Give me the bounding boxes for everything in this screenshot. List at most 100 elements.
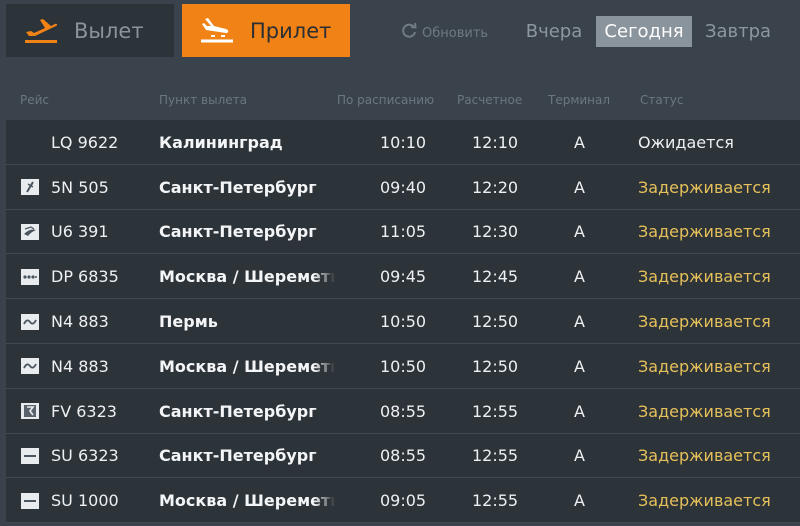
origin-city: Пермь — [159, 312, 218, 332]
table-row[interactable]: N4 883 Москва / Шереметьево 10:50 12:50 A Зад… — [6, 343, 800, 389]
plane-takeoff-icon — [20, 16, 62, 46]
scheduled-time: 10:10 — [380, 132, 427, 152]
airline-logo-fv-icon — [21, 403, 39, 420]
flight-number: 5N 505 — [51, 177, 109, 197]
airline-logo-u6-icon — [21, 223, 39, 240]
airline-logo-cell — [21, 434, 39, 479]
estimated-time: 12:55 — [472, 446, 519, 466]
table-row[interactable]: DP 6835 Москва / Шереметьево 09:45 12:45 A За… — [6, 254, 800, 300]
estimated-time: 12:30 — [472, 222, 519, 242]
airline-logo-cell — [21, 389, 39, 434]
estimated-time: 12:55 — [472, 491, 519, 511]
scheduled-time: 09:05 — [380, 491, 427, 511]
terminal: A — [574, 401, 585, 421]
origin-city: Калининград — [159, 132, 283, 152]
origin-city: Санкт-Петербург — [159, 401, 317, 421]
estimated-time: 12:55 — [472, 401, 519, 421]
airline-logo-cell — [21, 210, 39, 255]
terminal: A — [574, 267, 585, 287]
scheduled-time: 10:50 — [380, 356, 427, 376]
airline-logo-cell — [21, 344, 39, 389]
column-header-origin: Пункт вылета — [159, 93, 247, 107]
terminal: A — [574, 177, 585, 197]
airline-logo-n4-icon — [21, 313, 39, 330]
scheduled-time: 09:40 — [380, 177, 427, 197]
flight-board: Вылет Прилет Обновить Вчера Сегодня Завт… — [0, 0, 800, 526]
estimated-time: 12:45 — [472, 267, 519, 287]
table-row[interactable]: 5N 505 Санкт-Петербург 09:40 12:20 A Задержив… — [6, 164, 800, 210]
table-row[interactable]: SU 6323 Санкт-Петербург 08:55 12:55 A Задержи… — [6, 433, 800, 479]
flight-status: Задерживается — [638, 446, 771, 466]
scheduled-time: 08:55 — [380, 446, 427, 466]
tab-departure[interactable]: Вылет — [6, 4, 174, 57]
airline-logo-cell — [21, 165, 39, 210]
estimated-time: 12:50 — [472, 356, 519, 376]
flight-status: Задерживается — [638, 177, 771, 197]
day-tomorrow-button[interactable]: Завтра — [702, 16, 774, 47]
day-yesterday-button[interactable]: Вчера — [522, 16, 586, 47]
origin-city: Москва / Шереметьево — [159, 267, 335, 287]
table-row[interactable]: N4 883 Пермь 10:50 12:50 A Задерживается — [6, 299, 800, 344]
terminal: A — [574, 132, 585, 152]
flight-number: N4 883 — [51, 356, 109, 376]
table-row[interactable]: LQ 9622 Калининград 10:10 12:10 A Ожидается — [6, 120, 800, 165]
estimated-time: 12:50 — [472, 312, 519, 332]
day-today-button[interactable]: Сегодня — [596, 16, 692, 47]
column-header-scheduled: По расписанию — [337, 93, 435, 107]
table-row[interactable]: FV 6323 Санкт-Петербург 08:55 12:55 A Задержи… — [6, 388, 800, 434]
scheduled-time: 10:50 — [380, 312, 427, 332]
estimated-time: 12:10 — [472, 132, 519, 152]
table-row[interactable]: SU 1000 Москва / Шереметьево 09:05 12:55 A За… — [6, 478, 800, 524]
origin-city: Санкт-Петербург — [159, 177, 317, 197]
terminal: A — [574, 356, 585, 376]
column-header-estimated: Расчетное — [457, 93, 523, 107]
terminal: A — [574, 491, 585, 511]
airline-logo-cell — [21, 478, 39, 523]
column-header-terminal: Терминал — [548, 93, 611, 107]
tab-arrival[interactable]: Прилет — [182, 4, 350, 57]
flight-status: Задерживается — [638, 312, 771, 332]
flight-number: N4 883 — [51, 312, 109, 332]
flight-status: Ожидается — [638, 132, 734, 152]
refresh-button[interactable]: Обновить — [400, 22, 488, 44]
refresh-label: Обновить — [422, 25, 489, 41]
scheduled-time: 09:45 — [380, 267, 427, 287]
origin-city: Санкт-Петербург — [159, 446, 317, 466]
flight-number: SU 1000 — [51, 491, 119, 511]
airline-logo-su-icon — [21, 447, 39, 464]
origin-city: Москва / Шереметьево — [159, 356, 335, 376]
airline-logo-empty — [21, 134, 39, 150]
tab-departure-label: Вылет — [74, 18, 144, 43]
flight-number: LQ 9622 — [51, 132, 119, 152]
estimated-time: 12:20 — [472, 177, 519, 197]
origin-city: Санкт-Петербург — [159, 222, 317, 242]
flight-number: DP 6835 — [51, 267, 119, 287]
flight-number: U6 391 — [51, 222, 109, 242]
flight-status: Задерживается — [638, 222, 771, 242]
flight-status: Задерживается — [638, 401, 771, 421]
refresh-icon — [400, 22, 418, 44]
airline-logo-5n-icon — [21, 179, 39, 196]
airline-logo-dp-icon — [21, 268, 39, 285]
flight-status: Задерживается — [638, 356, 771, 376]
tab-arrival-label: Прилет — [250, 18, 332, 43]
table-row[interactable]: U6 391 Санкт-Петербург 11:05 12:30 A Задержив… — [6, 209, 800, 255]
flights-table: LQ 9622 Калининград 10:10 12:10 A Ожидается 5N… — [6, 120, 800, 524]
flight-number: FV 6323 — [51, 401, 117, 421]
airline-logo-cell — [21, 254, 39, 299]
airline-logo-n4-icon — [21, 358, 39, 375]
flight-status: Задерживается — [638, 491, 771, 511]
scheduled-time: 08:55 — [380, 401, 427, 421]
scheduled-time: 11:05 — [380, 222, 427, 242]
airline-logo-cell — [21, 120, 39, 165]
airline-logo-cell — [21, 299, 39, 344]
flight-status: Задерживается — [638, 267, 771, 287]
plane-landing-icon — [196, 16, 238, 46]
column-header-status: Статус — [640, 93, 684, 107]
terminal: A — [574, 446, 585, 466]
column-header-flight: Рейс — [20, 93, 50, 107]
origin-city: Москва / Шереметьево — [159, 491, 335, 511]
flight-number: SU 6323 — [51, 446, 119, 466]
terminal: A — [574, 312, 585, 332]
terminal: A — [574, 222, 585, 242]
